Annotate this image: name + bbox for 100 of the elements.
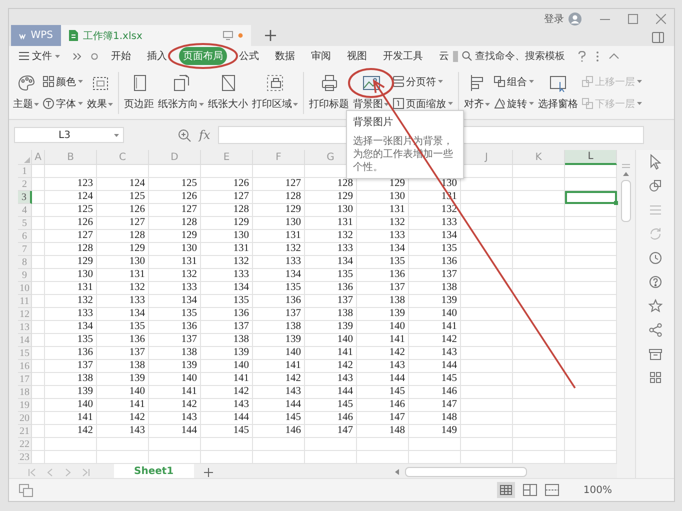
- table-cell-text: 140: [232, 360, 250, 373]
- table-cell-text: 124: [128, 178, 146, 191]
- table-cell-text: 144: [388, 373, 406, 386]
- table-cell-text: 131: [388, 204, 406, 217]
- table-cell-text: 143: [284, 386, 302, 399]
- table-cell-text: 128: [284, 191, 302, 204]
- table-cell-text: 137: [76, 360, 94, 373]
- table-cell-text: 141: [180, 386, 198, 399]
- table-cell-text: 128: [128, 230, 146, 243]
- table-cell-text: 135: [76, 334, 94, 347]
- table-cell-text: 138: [388, 295, 406, 308]
- table-cell-text: 136: [440, 256, 458, 269]
- table-cell-text: 130: [284, 217, 302, 230]
- table-cell-text: 143: [232, 399, 250, 412]
- table-cell-text: 141: [76, 412, 94, 425]
- table-cell-text: 144: [232, 412, 250, 425]
- table-cell-text: 146: [388, 399, 406, 412]
- table-cell-text: 136: [76, 347, 94, 360]
- table-cell-text: 127: [76, 230, 94, 243]
- table-cell-text: 135: [284, 282, 302, 295]
- table-cell-text: 132: [232, 256, 250, 269]
- table-cell-text: 126: [180, 191, 198, 204]
- table-cell-text: 148: [440, 412, 458, 425]
- table-cell-text: 145: [232, 425, 250, 438]
- table-cell-text: 144: [440, 360, 458, 373]
- table-cell-text: 142: [388, 347, 406, 360]
- table-cell-text: 144: [284, 399, 302, 412]
- table-cell-text: 124: [76, 191, 94, 204]
- table-cell-text: 145: [440, 373, 458, 386]
- table-cell-text: 147: [388, 412, 406, 425]
- table-cell-text: 128: [232, 204, 250, 217]
- table-cell-text: 139: [336, 321, 354, 334]
- table-cell-text: 130: [232, 230, 250, 243]
- table-cell-text: 130: [440, 178, 458, 191]
- table-cell-text: 143: [336, 373, 354, 386]
- table-cell-text: 145: [336, 399, 354, 412]
- table-cell-text: 139: [440, 295, 458, 308]
- table-cell-text: 132: [128, 282, 146, 295]
- table-cell-text: 140: [440, 308, 458, 321]
- table-cell-text: 133: [180, 282, 198, 295]
- table-cell-text: 128: [76, 243, 94, 256]
- table-cell-text: 132: [180, 269, 198, 282]
- table-cell-text: 142: [232, 386, 250, 399]
- table-cell-text: 132: [76, 295, 94, 308]
- table-cell-text: 139: [388, 308, 406, 321]
- table-cell-text: 134: [388, 243, 406, 256]
- table-cell-text: 137: [388, 282, 406, 295]
- table-cell-text: 140: [180, 373, 198, 386]
- table-cell-text: 129: [128, 243, 146, 256]
- table-cell-text: 131: [232, 243, 250, 256]
- table-cell-text: 139: [128, 373, 146, 386]
- table-cell-text: 134: [440, 230, 458, 243]
- table-cell-text: 127: [284, 178, 302, 191]
- table-cell-text: 141: [388, 334, 406, 347]
- table-cell-text: 143: [388, 360, 406, 373]
- table-cell-text: 132: [388, 217, 406, 230]
- table-cell-text: 130: [180, 243, 198, 256]
- table-cell-text: 131: [180, 256, 198, 269]
- table-cell-text: 130: [128, 256, 146, 269]
- table-cell-text: 145: [388, 386, 406, 399]
- table-cell-text: 136: [232, 308, 250, 321]
- table-cell-text: 141: [284, 360, 302, 373]
- table-cell-text: 131: [284, 230, 302, 243]
- table-cell-text: 142: [284, 373, 302, 386]
- table-cell-text: 138: [232, 334, 250, 347]
- table-cell-text: 136: [180, 321, 198, 334]
- table-cell-text: 138: [336, 308, 354, 321]
- table-cell-text: 135: [388, 256, 406, 269]
- table-cell-text: 139: [232, 347, 250, 360]
- table-cell-text: 148: [388, 425, 406, 438]
- table-cell-text: 131: [128, 269, 146, 282]
- table-cell-text: 133: [284, 256, 302, 269]
- table-cell-text: 130: [388, 191, 406, 204]
- table-cell-text: 139: [76, 386, 94, 399]
- tooltip-title: 背景图片: [353, 116, 394, 129]
- table-cell-text: 125: [76, 204, 94, 217]
- table-cell-text: 138: [76, 373, 94, 386]
- table-cell-text: 133: [336, 243, 354, 256]
- table-cell-text: 142: [76, 425, 94, 438]
- table-cell-text: 142: [128, 412, 146, 425]
- table-cell-text: 138: [180, 347, 198, 360]
- table-cell-text: 137: [284, 308, 302, 321]
- table-cell-text: 143: [180, 412, 198, 425]
- table-cell-text: 135: [336, 269, 354, 282]
- table-cell-text: 136: [336, 282, 354, 295]
- table-cell-text: 144: [336, 386, 354, 399]
- table-cell-text: 127: [128, 217, 146, 230]
- table-cell-text: 142: [440, 334, 458, 347]
- table-cell-text: 141: [336, 347, 354, 360]
- table-cell-text: 134: [76, 321, 94, 334]
- table-cell-text: 136: [128, 334, 146, 347]
- table-cell-text: 131: [76, 282, 94, 295]
- table-cell-text: 147: [440, 399, 458, 412]
- table-cell-text: 133: [232, 269, 250, 282]
- table-cell-text: 135: [440, 243, 458, 256]
- table-cell-text: 126: [128, 204, 146, 217]
- table-cell-text: 134: [128, 308, 146, 321]
- table-cell-text: 136: [388, 269, 406, 282]
- table-cell-text: 140: [284, 347, 302, 360]
- table-cell-text: 135: [232, 295, 250, 308]
